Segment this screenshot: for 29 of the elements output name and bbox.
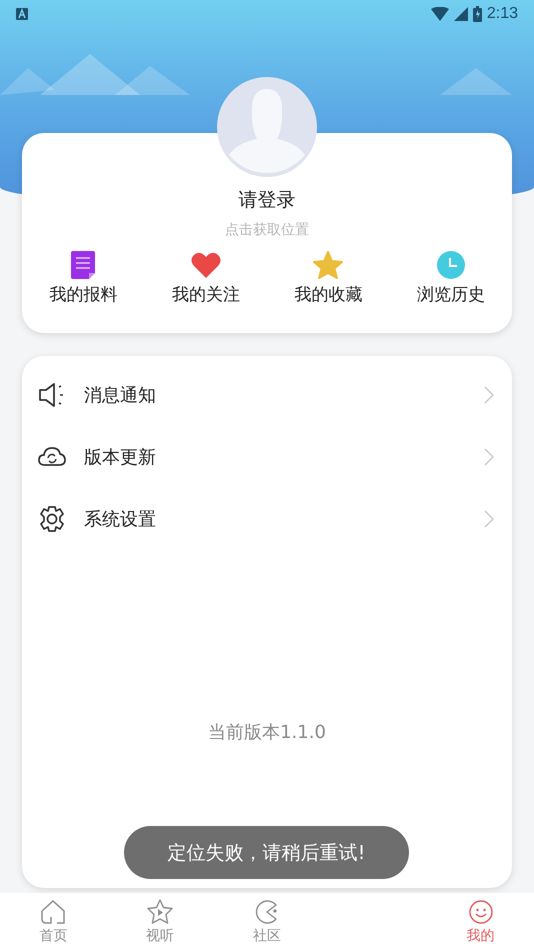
status-time: 2:13 (486, 5, 518, 23)
shortcut-label[interactable]: 我的关注 (172, 283, 240, 306)
heart-icon (190, 251, 221, 279)
signal-icon (454, 7, 468, 21)
menu-item[interactable]: 版本更新 (22, 426, 512, 488)
chevron-icon (484, 448, 494, 466)
shortcut-label[interactable]: 我的报料 (49, 283, 118, 306)
home-icon (40, 898, 66, 924)
shortcut-label[interactable]: 浏览历史 (416, 283, 485, 306)
toast-message: 定位失败，请稍后重试! (124, 826, 409, 879)
speaker-icon (38, 381, 66, 409)
menu-item[interactable]: 消息通知 (22, 364, 512, 426)
shortcut-label[interactable]: 我的收藏 (294, 283, 362, 306)
star-icon (313, 251, 344, 279)
settings-icon (38, 505, 66, 533)
chevron-icon (484, 386, 494, 404)
star-play-icon (147, 898, 174, 924)
clock-icon (436, 251, 465, 279)
battery-icon (472, 6, 482, 22)
login-prompt[interactable]: 请登录 (238, 187, 296, 213)
version-text: 当前版本1.1.0 (207, 721, 327, 744)
wifi-icon (430, 7, 449, 21)
document-icon (71, 251, 96, 279)
avatar-icon[interactable] (217, 77, 317, 177)
smiley-icon (468, 898, 494, 924)
notification-icon (16, 8, 28, 20)
menu-item[interactable]: 系统设置 (22, 488, 512, 550)
nav-tab[interactable]: 我的 (427, 893, 534, 950)
chevron-icon (484, 510, 494, 528)
